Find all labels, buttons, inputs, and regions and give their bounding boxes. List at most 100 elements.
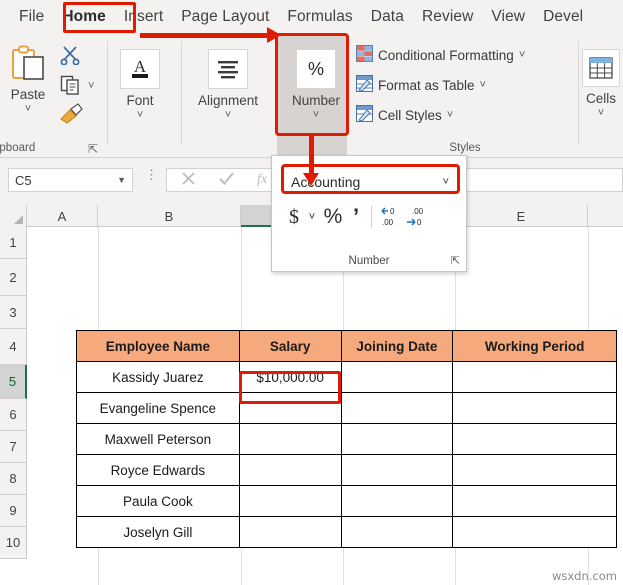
- tab-view[interactable]: View: [482, 5, 534, 29]
- tab-page-layout[interactable]: Page Layout: [172, 5, 278, 29]
- ribbon-group-clipboard: Paste ˅ ˅ pboard ⇱: [0, 33, 108, 157]
- row-header-10[interactable]: 10: [0, 527, 27, 559]
- ribbon-group-font: A Font ˅: [108, 33, 182, 157]
- column-header-e[interactable]: E: [455, 205, 588, 227]
- name-box[interactable]: C5 ▼: [8, 168, 133, 192]
- svg-text:0: 0: [417, 218, 422, 227]
- cells-chevron-down-icon[interactable]: ˅: [598, 108, 604, 119]
- table-row[interactable]: Maxwell Peterson: [76, 423, 617, 455]
- table-row[interactable]: Royce Edwards: [76, 454, 617, 486]
- table-row[interactable]: Evangeline Spence: [76, 392, 617, 424]
- row-header-7[interactable]: 7: [0, 431, 27, 463]
- tab-file[interactable]: File: [10, 5, 53, 29]
- cell-working-period-2[interactable]: [452, 392, 617, 424]
- format-as-table-button[interactable]: Format as Table ˅: [356, 75, 486, 95]
- tab-formulas[interactable]: Formulas: [278, 5, 361, 29]
- format-as-table-chevron-down-icon[interactable]: ˅: [480, 80, 486, 91]
- number-format-button[interactable]: % Number ˅: [292, 49, 340, 121]
- enter-check-icon[interactable]: [218, 171, 235, 190]
- chevron-down-icon[interactable]: ˅: [443, 176, 449, 188]
- copy-button[interactable]: [60, 75, 82, 100]
- cell-employee-name-6[interactable]: Joselyn Gill: [76, 516, 240, 548]
- table-row[interactable]: Joselyn Gill: [76, 516, 617, 548]
- number-format-panel[interactable]: Accounting ˅ $ ˅ % ’ 0 .00 .00 0 Number …: [271, 155, 467, 272]
- cells-button[interactable]: Cells ˅: [582, 49, 620, 119]
- format-painter-button[interactable]: [58, 103, 84, 130]
- increase-decimal-button[interactable]: 0 .00: [377, 206, 403, 228]
- row-header-6[interactable]: 6: [0, 399, 27, 431]
- number-buttons-row: $ ˅ % ’ 0 .00 .00 0: [284, 202, 460, 232]
- cell-joining-date-4[interactable]: [340, 454, 454, 486]
- cut-button[interactable]: [60, 45, 82, 70]
- cell-joining-date-1[interactable]: [340, 361, 454, 393]
- cell-working-period-1[interactable]: [452, 361, 617, 393]
- row-header-3[interactable]: 3: [0, 296, 27, 329]
- cell-working-period-4[interactable]: [452, 454, 617, 486]
- cell-salary-6[interactable]: [238, 516, 342, 548]
- paste-label: Paste: [10, 87, 46, 102]
- row-header-4[interactable]: 4: [0, 329, 27, 365]
- table-row[interactable]: Kassidy Juarez $10,000.00: [76, 361, 617, 393]
- cell-employee-name-4[interactable]: Royce Edwards: [76, 454, 240, 486]
- table-row[interactable]: Paula Cook: [76, 485, 617, 517]
- cell-joining-date-3[interactable]: [340, 423, 454, 455]
- font-button[interactable]: A Font ˅: [120, 49, 160, 121]
- number-dialog-launcher-icon[interactable]: ⇱: [451, 254, 460, 267]
- comma-style-button[interactable]: ’: [346, 204, 366, 230]
- insert-function-fx-icon[interactable]: fx: [257, 172, 267, 188]
- cell-employee-name-5[interactable]: Paula Cook: [76, 485, 240, 517]
- cell-employee-name-2[interactable]: Evangeline Spence: [76, 392, 240, 424]
- row-header-2[interactable]: 2: [0, 259, 27, 296]
- cell-employee-name-3[interactable]: Maxwell Peterson: [76, 423, 240, 455]
- column-header-salary: Salary: [238, 330, 342, 362]
- number-format-value: Accounting: [291, 173, 361, 190]
- select-all-corner[interactable]: [0, 205, 27, 227]
- cancel-x-icon[interactable]: [181, 171, 196, 190]
- alignment-button[interactable]: Alignment ˅: [198, 49, 258, 121]
- alignment-chevron-down-icon[interactable]: ˅: [225, 110, 231, 121]
- decrease-decimal-button[interactable]: .00 0: [403, 206, 429, 228]
- row-header-1[interactable]: 1: [0, 227, 27, 259]
- cell-working-period-3[interactable]: [452, 423, 617, 455]
- column-header-working-period: Working Period: [452, 330, 617, 362]
- cell-salary-2[interactable]: [238, 392, 342, 424]
- row-header-5[interactable]: 5: [0, 365, 27, 399]
- paste-button[interactable]: Paste ˅: [8, 43, 48, 115]
- conditional-formatting-button[interactable]: Conditional Formatting ˅: [356, 45, 525, 65]
- font-chevron-down-icon[interactable]: ˅: [137, 110, 143, 121]
- svg-text:.00: .00: [382, 218, 394, 227]
- column-header-b[interactable]: B: [98, 205, 241, 227]
- row-header-9[interactable]: 9: [0, 495, 27, 527]
- tab-insert[interactable]: Insert: [115, 5, 172, 29]
- copy-chevron-down-icon[interactable]: ˅: [88, 81, 94, 92]
- formula-bar-grip[interactable]: ⋮: [145, 168, 158, 189]
- tab-developer[interactable]: Devel: [534, 5, 592, 29]
- conditional-formatting-chevron-down-icon[interactable]: ˅: [519, 50, 525, 61]
- cell-salary-5[interactable]: [238, 485, 342, 517]
- column-header-a[interactable]: A: [27, 205, 98, 227]
- cell-working-period-6[interactable]: [452, 516, 617, 548]
- name-box-chevron-down-icon[interactable]: ▼: [117, 175, 126, 185]
- cell-styles-button[interactable]: Cell Styles ˅: [356, 105, 453, 125]
- cell-working-period-5[interactable]: [452, 485, 617, 517]
- cell-joining-date-6[interactable]: [340, 516, 454, 548]
- cell-salary-3[interactable]: [238, 423, 342, 455]
- cell-employee-name-1[interactable]: Kassidy Juarez: [76, 361, 240, 393]
- tab-data[interactable]: Data: [362, 5, 413, 29]
- number-chevron-down-icon[interactable]: ˅: [313, 110, 319, 121]
- cell-styles-chevron-down-icon[interactable]: ˅: [447, 110, 453, 121]
- accounting-format-chevron-down-icon[interactable]: ˅: [304, 212, 320, 223]
- cell-joining-date-2[interactable]: [340, 392, 454, 424]
- cell-salary-4[interactable]: [238, 454, 342, 486]
- accounting-number-format-button[interactable]: $: [284, 206, 304, 229]
- paste-chevron-down-icon[interactable]: ˅: [25, 104, 31, 115]
- percent-style-button[interactable]: %: [320, 205, 346, 229]
- cell-joining-date-5[interactable]: [340, 485, 454, 517]
- cells-label: Cells: [585, 91, 616, 106]
- clipboard-dialog-launcher-icon[interactable]: ⇱: [88, 143, 100, 155]
- row-header-8[interactable]: 8: [0, 463, 27, 495]
- tab-home[interactable]: Home: [53, 5, 114, 29]
- column-header-f[interactable]: [588, 205, 623, 227]
- cell-salary-1[interactable]: $10,000.00: [238, 361, 342, 393]
- tab-review[interactable]: Review: [413, 5, 482, 29]
